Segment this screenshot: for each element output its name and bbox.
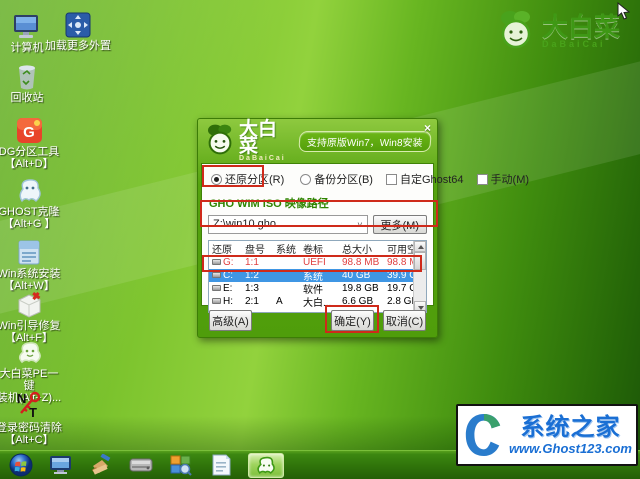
ghost123-logo-icon (462, 409, 506, 461)
more-button[interactable]: 更多(M) (373, 215, 428, 234)
advanced-button[interactable]: 高级(A) (209, 310, 252, 331)
desktop-icon-recycle-bin[interactable]: 回收站 (0, 62, 60, 104)
drive-icon (212, 259, 221, 265)
installer-icon (0, 238, 62, 266)
ghost-icon (0, 176, 62, 204)
table-header-row: 还原 盘号 系统 卷标 总大小 可用空间 (209, 241, 426, 256)
desktop-brand-logo: 大白菜 DaBaiCai (496, 8, 620, 55)
svg-text:N: N (17, 391, 26, 406)
desktop-icon-password-clear[interactable]: NT 登录密码清除 【Alt+C】 (0, 392, 62, 446)
desktop-icon-dg-partition[interactable]: G DG分区工具 【Alt+D】 (0, 116, 62, 170)
taskbar-disk-tool[interactable] (128, 453, 154, 477)
dialog-badge: 支持原版Win7，Win8安装 (299, 131, 432, 152)
dg-partition-icon: G (0, 116, 62, 144)
svg-text:G: G (23, 124, 35, 141)
repair-box-icon (0, 290, 62, 318)
desktop-icon-win-install[interactable]: Win系统安装 【Alt+W】 (0, 238, 62, 292)
desktop-icon-load-more[interactable]: 加载更多外置 (40, 10, 116, 52)
scroll-thumb[interactable] (414, 252, 426, 270)
scroll-up-icon[interactable] (414, 241, 426, 252)
radio-selected-icon[interactable] (211, 174, 222, 185)
partition-manager-icon (169, 454, 193, 476)
hard-disk-icon (129, 457, 153, 473)
dialog-logo-title: 大白菜 (239, 121, 291, 155)
nt-key-icon: NT (0, 392, 62, 420)
watermark-title: 系统之家 (520, 415, 620, 441)
drive-icon (212, 285, 221, 291)
desktop-icon-ghost-clone[interactable]: GHOST克隆 【Alt+G 】 (0, 176, 62, 230)
dabaicai-dialog: 大白菜 DaBaiCai 支持原版Win7，Win8安装 × 还原分区(R) 备… (197, 118, 438, 338)
backup-partition-radio[interactable]: 备份分区(B) (300, 171, 373, 187)
image-path-combobox[interactable]: Z:\win10.gho ˅ (208, 215, 368, 234)
partition-table: 还原 盘号 系统 卷标 总大小 可用空间 G: 1:1 UEFI 98.8 MB… (208, 240, 427, 313)
watermark-url: www.Ghost123.com (509, 441, 632, 456)
dialog-logo-subtitle: DaBaiCai (239, 155, 291, 162)
checkbox-icon[interactable] (477, 174, 488, 185)
notepad-icon (211, 454, 231, 476)
brand-title: 大白菜 (542, 15, 620, 39)
cabbage-outline-icon (0, 338, 62, 366)
dialog-titlebar[interactable]: 大白菜 DaBaiCai 支持原版Win7，Win8安装 × (198, 119, 437, 163)
windows-orb-icon (9, 453, 33, 477)
drive-icon (212, 272, 221, 278)
close-icon[interactable]: × (424, 122, 431, 134)
sweeper-icon (89, 454, 113, 476)
start-button[interactable] (8, 453, 34, 477)
taskbar-partition-tool[interactable] (168, 453, 194, 477)
manual-checkbox[interactable]: 手动(M) (477, 171, 530, 187)
table-scrollbar[interactable] (413, 241, 426, 312)
taskbar-cleaner-tool[interactable] (88, 453, 114, 477)
dialog-footer: 高级(A) 确定(Y) 取消(C) (198, 304, 437, 337)
expand-arrows-icon (40, 10, 116, 38)
desktop-monitor-icon (49, 455, 73, 475)
taskbar-notepad[interactable] (208, 453, 234, 477)
cabbage-mascot-icon (496, 8, 536, 55)
dialog-body: 还原分区(R) 备份分区(B) 自定Ghost64 手动(M) GHO WIM … (201, 163, 434, 306)
checkbox-icon[interactable] (386, 174, 397, 185)
restore-partition-radio[interactable]: 还原分区(R) (208, 169, 287, 189)
watermark-ghost123: 系统之家 www.Ghost123.com (456, 404, 638, 466)
dialog-cabbage-mascot-icon (204, 122, 236, 161)
desktop-icon-boot-repair[interactable]: Win引导修复 【Alt+F】 (0, 290, 62, 344)
image-path-label: GHO WIM ISO 映像路径 (209, 195, 427, 211)
radio-unselected-icon[interactable] (300, 174, 311, 185)
recycle-bin-icon (0, 62, 60, 90)
taskbar-show-desktop[interactable] (48, 453, 74, 477)
ghost64-checkbox[interactable]: 自定Ghost64 (386, 171, 464, 187)
mouse-cursor (617, 2, 630, 25)
cabbage-icon (255, 454, 277, 476)
cancel-button[interactable]: 取消(C) (383, 310, 426, 331)
ok-button[interactable]: 确定(Y) (331, 310, 374, 331)
taskbar-dabaicai-active[interactable] (248, 453, 284, 478)
chevron-down-icon[interactable]: ˅ (357, 220, 362, 230)
